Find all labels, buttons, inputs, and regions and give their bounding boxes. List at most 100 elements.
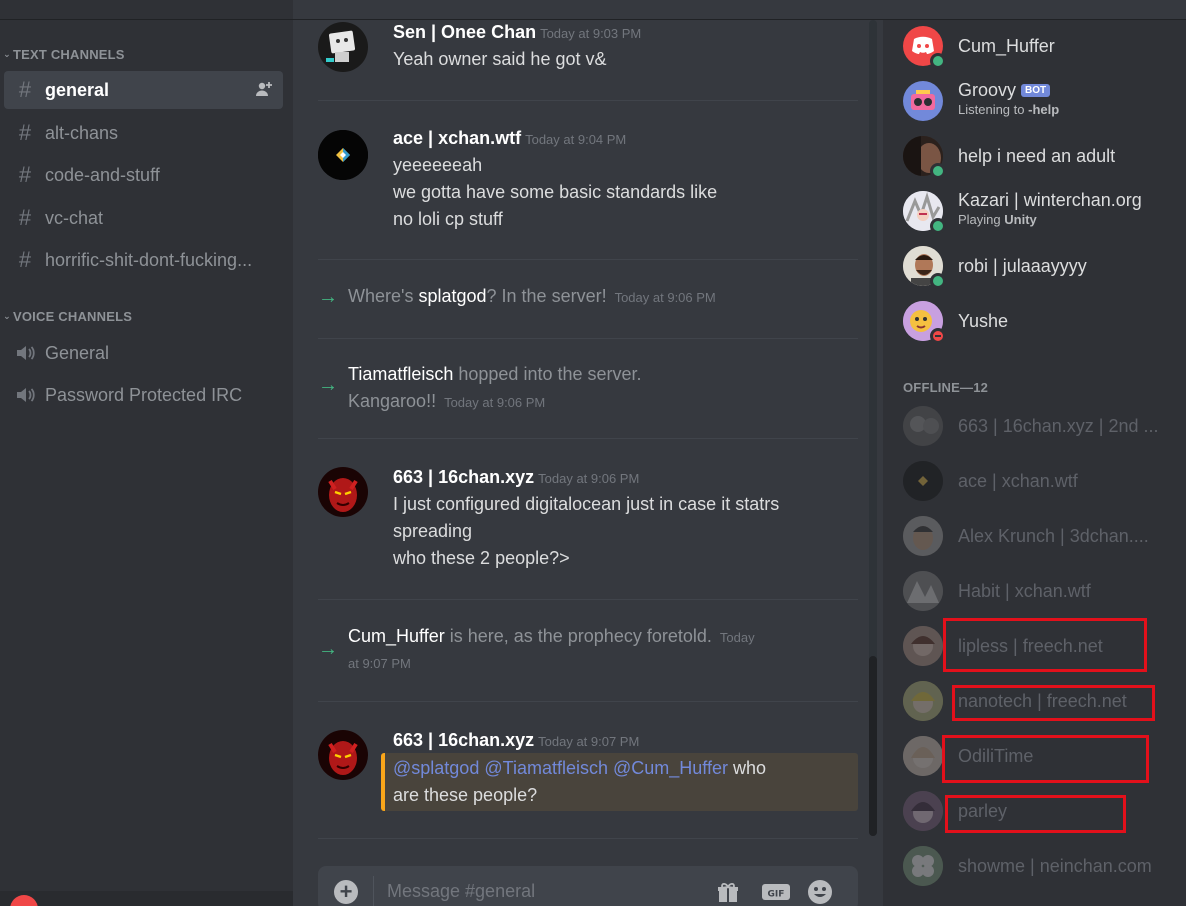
avatar[interactable] [10, 895, 38, 906]
channel-label: code-and-stuff [45, 164, 160, 185]
voice-channel-general[interactable]: General [4, 334, 283, 372]
member-item[interactable]: ace | xchan.wtf [903, 458, 1173, 504]
system-username[interactable]: Cum_Huffer [348, 626, 445, 646]
highlight-box [945, 795, 1126, 833]
avatar [903, 846, 943, 886]
system-join-message: → Cum_Huffer is here, as the prophecy fo… [318, 626, 858, 676]
member-item[interactable]: Habit | xchan.wtf [903, 568, 1173, 614]
join-arrow-icon: → [318, 374, 338, 396]
message-input[interactable] [387, 878, 697, 904]
channel-vc-chat[interactable]: # vc-chat [4, 199, 283, 237]
join-arrow-icon: → [318, 638, 338, 660]
channel-label: Password Protected IRC [45, 384, 243, 405]
message: 663 | 16chan.xyz Today at 9:06 PM I just … [318, 467, 858, 577]
message-text: @splatgod @Tiamatfleisch @Cum_Huffer who [393, 758, 766, 779]
gift-icon[interactable] [715, 879, 741, 905]
channel-general[interactable]: # general [4, 71, 283, 109]
add-member-icon[interactable] [255, 81, 273, 99]
offline-section-header: OFFLINE—12 [903, 380, 989, 395]
message-timestamp: Today [719, 630, 755, 645]
member-item[interactable]: Yushe [903, 298, 1173, 344]
message-timestamp: Today at 9:03 PM [540, 26, 642, 41]
member-name: help i need an adult [958, 146, 1116, 166]
category-label: VOICE CHANNELS [13, 308, 133, 324]
system-username[interactable]: splatgod [418, 286, 486, 306]
hash-icon: # [18, 77, 32, 102]
message-text: yeeeeeeah [393, 155, 483, 175]
chevron-down-icon: ⌄ [3, 48, 11, 59]
channel-sidebar: ⌄ TEXT CHANNELS # general # alt-chans # … [0, 0, 293, 906]
channel-label: alt-chans [45, 122, 119, 143]
scrollbar-thumb[interactable] [869, 656, 877, 836]
avatar[interactable] [318, 467, 368, 517]
user-mention[interactable]: @Tiamatfleisch [484, 758, 608, 778]
channel-alt-chans[interactable]: # alt-chans [4, 114, 283, 152]
channel-label: General [45, 342, 110, 363]
message-timestamp: Today at 9:06 PM [538, 471, 640, 486]
voice-channels-category[interactable]: ⌄ VOICE CHANNELS [0, 306, 132, 326]
composer-divider [373, 876, 374, 906]
member-name: Kazari | winterchan.org [958, 190, 1142, 210]
gif-icon[interactable]: GIF [761, 879, 791, 905]
message-author[interactable]: 663 | 16chan.xyz [393, 467, 534, 487]
channel-label: vc-chat [45, 207, 104, 228]
avatar[interactable] [318, 22, 368, 72]
member-item[interactable]: Groovy BOT Listening to -help [903, 78, 1173, 124]
message-text: who these 2 people?> [393, 548, 570, 568]
member-name: Groovy BOT [958, 80, 1051, 101]
avatar[interactable] [318, 130, 368, 180]
message-divider [318, 100, 858, 101]
user-mention[interactable]: @Cum_Huffer [613, 758, 728, 778]
avatar [903, 461, 943, 501]
message-divider [318, 259, 858, 260]
chat-area: Sen | Onee Chan Today at 9:03 PM Yeah own… [293, 0, 883, 906]
activity-name: Unity [1004, 212, 1037, 227]
message-divider [318, 701, 858, 702]
attach-plus-icon[interactable]: + [334, 880, 358, 904]
chevron-down-icon: ⌄ [3, 310, 11, 321]
message-divider [318, 838, 858, 839]
message-text: no loli cp stuff [393, 209, 503, 229]
status-online-indicator [930, 218, 946, 234]
message: Sen | Onee Chan Today at 9:03 PM Yeah own… [318, 22, 858, 82]
member-activity: Listening to -help [958, 102, 1059, 117]
svg-text:GIF: GIF [768, 890, 785, 900]
member-item[interactable]: Kazari | winterchan.org Playing Unity [903, 188, 1173, 234]
user-mention[interactable]: @splatgod [393, 758, 479, 778]
avatar [903, 681, 943, 721]
voice-channel-password-irc[interactable]: Password Protected IRC [4, 376, 283, 414]
member-item[interactable]: 663 | 16chan.xyz | 2nd ... [903, 403, 1173, 449]
system-join-message: → Tiamatfleisch hopped into the server. … [318, 364, 858, 414]
status-online-indicator [930, 273, 946, 289]
member-item[interactable]: Alex Krunch | 3dchan.... [903, 513, 1173, 559]
message-timestamp: Today at 9:06 PM [614, 290, 716, 305]
channel-horrific[interactable]: # horrific-shit-dont-fucking... [4, 241, 283, 279]
user-panel [0, 891, 293, 906]
server-header[interactable] [0, 0, 293, 20]
system-text: is here, as the prophecy foretold. [444, 626, 712, 646]
status-online-indicator [930, 53, 946, 69]
text-channels-category[interactable]: ⌄ TEXT CHANNELS [0, 44, 125, 64]
system-username[interactable]: Tiamatfleisch [348, 364, 453, 384]
member-activity: Playing Unity [958, 212, 1037, 227]
member-list: Cum_Huffer Groovy BOT Listening to -help … [883, 0, 1186, 906]
member-name: 663 | 16chan.xyz | 2nd ... [958, 416, 1159, 436]
member-item[interactable]: showme | neinchan.com [903, 843, 1173, 889]
member-item[interactable]: robi | julaaayyyy [903, 243, 1173, 289]
message-divider [318, 338, 858, 339]
message-author[interactable]: 663 | 16chan.xyz [393, 730, 534, 750]
message-text: I just configured digitalocean just in c… [393, 494, 780, 514]
message-author[interactable]: ace | xchan.wtf [393, 128, 521, 148]
channel-code-and-stuff[interactable]: # code-and-stuff [4, 156, 283, 194]
emoji-icon[interactable] [807, 879, 833, 905]
message-timestamp: at 9:07 PM [348, 656, 411, 671]
member-item[interactable]: help i need an adult [903, 133, 1173, 179]
status-dnd-indicator [930, 328, 946, 344]
member-name: Alex Krunch | 3dchan.... [958, 526, 1149, 546]
member-name: Cum_Huffer [958, 36, 1055, 56]
member-item[interactable]: Cum_Huffer [903, 23, 1173, 69]
avatar[interactable] [318, 730, 368, 780]
message-timestamp: Today at 9:04 PM [525, 132, 627, 147]
message-author[interactable]: Sen | Onee Chan [393, 22, 536, 42]
avatar [903, 516, 943, 556]
